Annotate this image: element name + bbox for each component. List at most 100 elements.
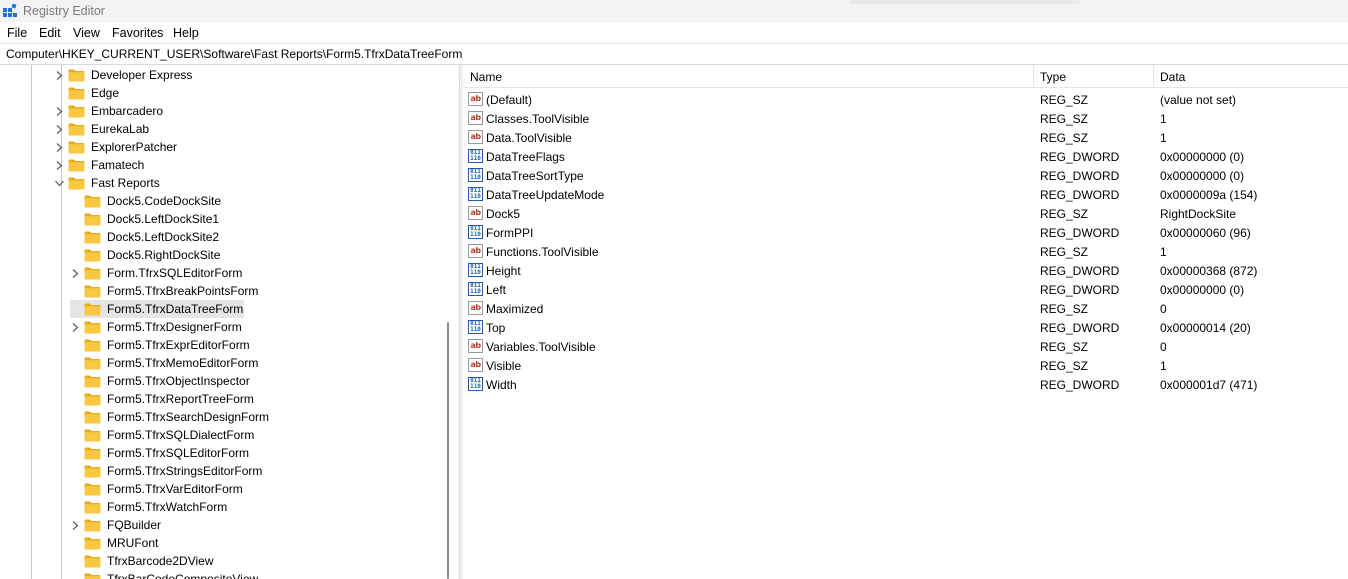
tree-item[interactable]: Form5.TfrxBreakPointsForm xyxy=(70,282,259,300)
menu-view[interactable]: View xyxy=(73,26,100,40)
tree-item-label: MRUFont xyxy=(107,536,159,550)
tree-item[interactable]: Form.TfrxSQLEditorForm xyxy=(70,264,243,282)
tree-item-label: ExplorerPatcher xyxy=(91,140,178,154)
tree-scrollbar-thumb[interactable] xyxy=(447,322,449,579)
value-row[interactable]: 011 110 Width REG_DWORD 0x000001d7 (471) xyxy=(463,375,1348,394)
value-row[interactable]: ab Visible REG_SZ 1 xyxy=(463,356,1348,375)
tree-item[interactable]: Form5.TfrxSQLDialectForm xyxy=(70,426,255,444)
column-header-data[interactable]: Data xyxy=(1160,70,1185,84)
value-type: REG_SZ xyxy=(1040,302,1089,316)
value-row[interactable]: ab Variables.ToolVisible REG_SZ 0 xyxy=(463,337,1348,356)
menu-file[interactable]: File xyxy=(7,26,27,40)
column-header-type[interactable]: Type xyxy=(1040,70,1066,84)
tree-item[interactable]: Form5.TfrxStringsEditorForm xyxy=(70,462,263,480)
tree-item[interactable]: Form5.TfrxReportTreeForm xyxy=(70,390,255,408)
menu-edit[interactable]: Edit xyxy=(39,26,61,40)
tree-item[interactable]: Developer Express xyxy=(54,66,193,84)
address-bar[interactable]: Computer\HKEY_CURRENT_USER\Software\Fast… xyxy=(0,43,1348,65)
binary-value-icon: 011 110 xyxy=(468,320,483,334)
chevron-right-icon[interactable] xyxy=(70,516,80,534)
tree-item[interactable]: Form5.TfrxDesignerForm xyxy=(70,318,243,336)
value-type: REG_DWORD xyxy=(1040,169,1120,183)
binary-value-icon: 011 110 xyxy=(468,149,483,163)
tree-item[interactable]: Famatech xyxy=(54,156,145,174)
value-name: Functions.ToolVisible xyxy=(486,245,599,259)
tree-item-label: TfrxBarCodeCompositeView xyxy=(107,572,259,579)
value-row[interactable]: 011 110 Height REG_DWORD 0x00000368 (872) xyxy=(463,261,1348,280)
binary-value-icon: 011 110 xyxy=(468,225,483,239)
tree-item[interactable]: Fast Reports xyxy=(54,174,161,192)
tree-item[interactable]: Embarcadero xyxy=(54,102,164,120)
value-name: DataTreeSortType xyxy=(486,169,584,183)
value-row[interactable]: 011 110 Left REG_DWORD 0x00000000 (0) xyxy=(463,280,1348,299)
tree-item[interactable]: Form5.TfrxVarEditorForm xyxy=(70,480,244,498)
values-list[interactable]: Name Type Data ab (Default) REG_SZ (value n… xyxy=(463,65,1348,579)
tree-item[interactable]: Form5.TfrxSearchDesignForm xyxy=(70,408,270,426)
value-data: 1 xyxy=(1160,245,1167,259)
tree-scrollbar[interactable] xyxy=(444,65,454,579)
chevron-right-icon[interactable] xyxy=(70,318,80,336)
value-row[interactable]: 011 110 DataTreeUpdateMode REG_DWORD 0x00000… xyxy=(463,185,1348,204)
registry-editor-icon xyxy=(3,4,17,17)
chevron-right-icon[interactable] xyxy=(54,66,64,84)
chevron-right-icon[interactable] xyxy=(54,138,64,156)
column-divider[interactable] xyxy=(1153,65,1154,87)
tree-item[interactable]: Form5.TfrxSQLEditorForm xyxy=(70,444,250,462)
tree-item[interactable]: ExplorerPatcher xyxy=(54,138,178,156)
value-data: 0x00000000 (0) xyxy=(1160,150,1245,164)
chevron-down-icon[interactable] xyxy=(54,174,64,192)
value-row[interactable]: 011 110 Top REG_DWORD 0x00000014 (20) xyxy=(463,318,1348,337)
tree-item[interactable]: Dock5.RightDockSite xyxy=(70,246,221,264)
tree-item[interactable]: FQBuilder xyxy=(70,516,162,534)
tree-item-label: Form5.TfrxSQLDialectForm xyxy=(107,428,255,442)
tree-item-label: Developer Express xyxy=(91,68,193,82)
tree-item[interactable]: Form5.TfrxObjectInspector xyxy=(70,372,251,390)
value-row[interactable]: 011 110 DataTreeFlags REG_DWORD 0x00000000 (… xyxy=(463,147,1348,166)
menu-favorites[interactable]: Favorites xyxy=(112,26,163,40)
value-row[interactable]: 011 110 FormPPI REG_DWORD 0x00000060 (96) xyxy=(463,223,1348,242)
value-row[interactable]: ab Data.ToolVisible REG_SZ 1 xyxy=(463,128,1348,147)
tree-item[interactable]: Form5.TfrxDataTreeForm xyxy=(70,300,245,318)
tree-item[interactable]: Edge xyxy=(54,84,120,102)
folder-icon xyxy=(68,141,85,154)
chevron-right-icon[interactable] xyxy=(54,102,64,120)
value-data: 1 xyxy=(1160,112,1167,126)
tree-item[interactable]: Dock5.LeftDockSite2 xyxy=(70,228,220,246)
folder-icon xyxy=(84,393,101,406)
value-row[interactable]: ab Functions.ToolVisible REG_SZ 1 xyxy=(463,242,1348,261)
value-row[interactable]: ab (Default) REG_SZ (value not set) xyxy=(463,90,1348,109)
chevron-right-icon[interactable] xyxy=(54,120,64,138)
tree-item[interactable]: Dock5.CodeDockSite xyxy=(70,192,222,210)
tree-item[interactable]: TfrxBarCodeCompositeView xyxy=(70,570,259,579)
tree-item[interactable]: Form5.TfrxExprEditorForm xyxy=(70,336,251,354)
value-row[interactable]: ab Maximized REG_SZ 0 xyxy=(463,299,1348,318)
tree-item[interactable]: Form5.TfrxWatchForm xyxy=(70,498,228,516)
column-header-name[interactable]: Name xyxy=(470,70,502,84)
tree-item[interactable]: Dock5.LeftDockSite1 xyxy=(70,210,220,228)
address-path[interactable]: Computer\HKEY_CURRENT_USER\Software\Fast… xyxy=(6,47,462,61)
column-divider[interactable] xyxy=(1033,65,1034,87)
tree-item-label: Form5.TfrxVarEditorForm xyxy=(107,482,243,496)
value-data: RightDockSite xyxy=(1160,207,1237,221)
chevron-right-icon[interactable] xyxy=(70,264,80,282)
tree-item-label: Form5.TfrxExprEditorForm xyxy=(107,338,250,352)
tree-item[interactable]: TfrxBarcode2DView xyxy=(70,552,215,570)
tree-item-label: Form5.TfrxObjectInspector xyxy=(107,374,250,388)
value-row[interactable]: ab Classes.ToolVisible REG_SZ 1 xyxy=(463,109,1348,128)
tree-item[interactable]: MRUFont xyxy=(70,534,159,552)
title-bar: Registry Editor xyxy=(0,0,1348,22)
value-name: DataTreeUpdateMode xyxy=(486,188,605,202)
value-row[interactable]: 011 110 DataTreeSortType REG_DWORD 0x0000000… xyxy=(463,166,1348,185)
key-tree[interactable]: Developer Express Edge Embarcadero EurekaLa… xyxy=(0,65,456,579)
tree-item[interactable]: EurekaLab xyxy=(54,120,150,138)
tree-item[interactable]: Form5.TfrxMemoEditorForm xyxy=(70,354,259,372)
title-bar-blur xyxy=(850,0,1080,4)
chevron-right-icon[interactable] xyxy=(54,156,64,174)
menu-help[interactable]: Help xyxy=(173,26,199,40)
value-row[interactable]: ab Dock5 REG_SZ RightDockSite xyxy=(463,204,1348,223)
binary-value-icon: 011 110 xyxy=(468,168,483,182)
